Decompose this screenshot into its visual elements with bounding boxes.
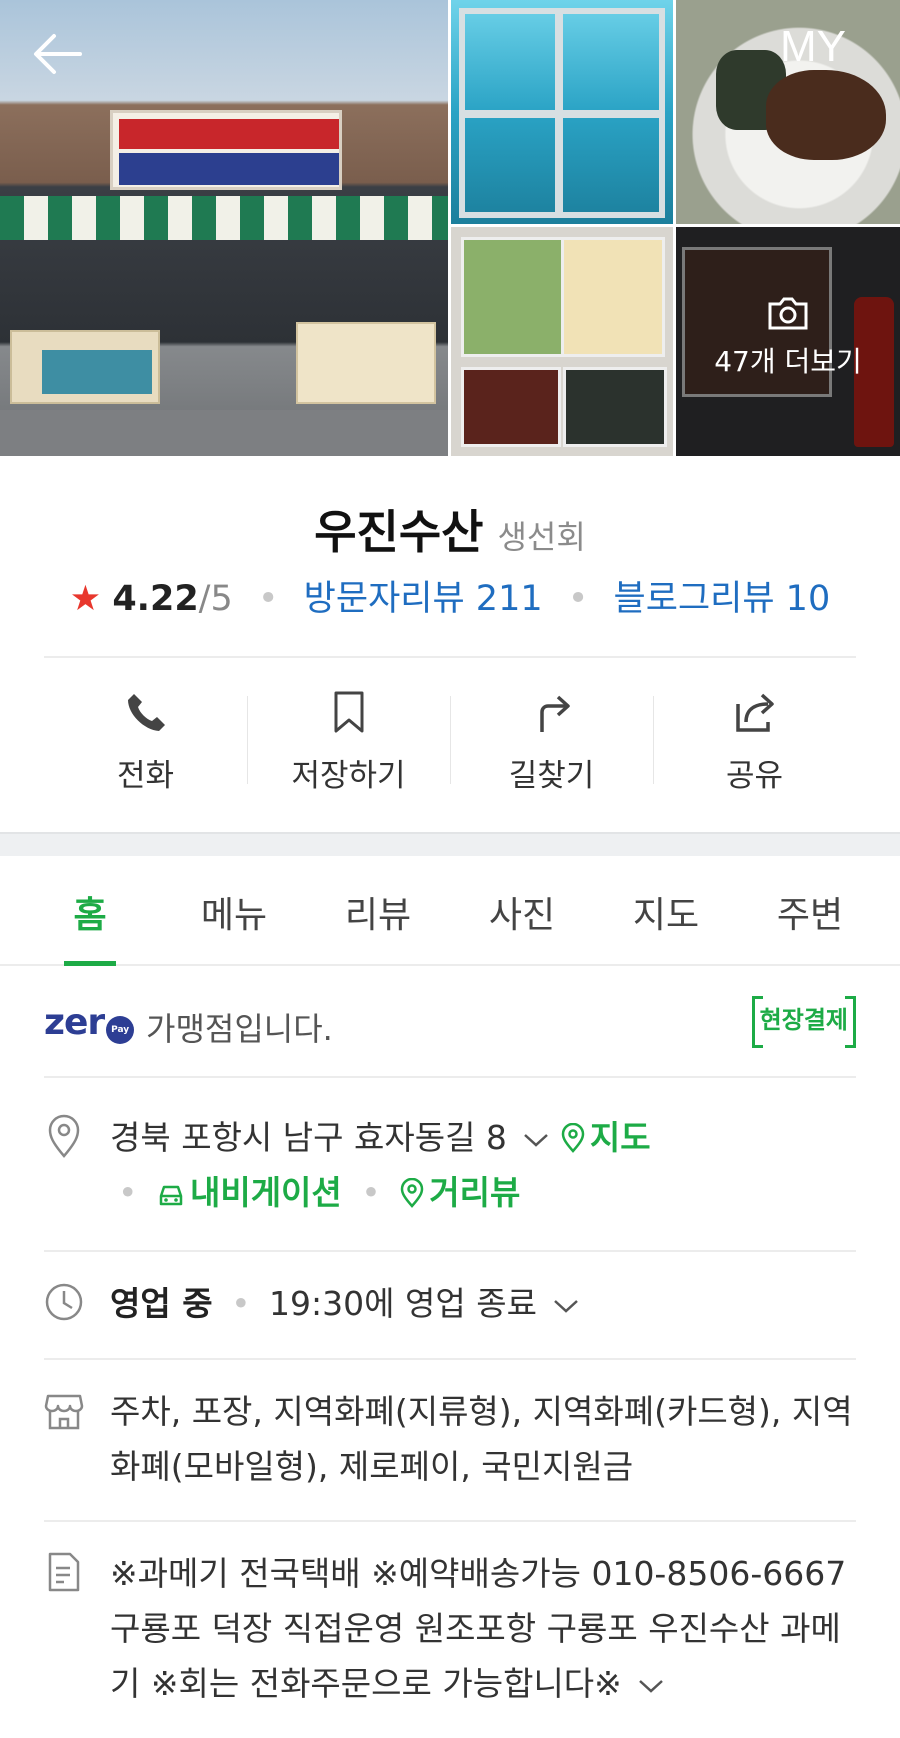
zeropay-text: 가맹점입니다.: [146, 1010, 333, 1048]
streetview-link[interactable]: 거리뷰: [399, 1173, 520, 1212]
hours-detail: 19:30에 영업 종료: [269, 1284, 537, 1323]
onsite-payment-badge: 현장결제: [751, 996, 857, 1048]
address-row: 경북 포항시 남구 효자동길 8 지도 • 내비게이션 • 거리뷰: [44, 1110, 856, 1220]
streetview-pin-icon: [400, 1178, 424, 1208]
navigation-link[interactable]: 내비게이션: [156, 1173, 353, 1212]
star-icon: ★: [69, 579, 102, 619]
share-icon: [735, 693, 774, 732]
place-title: 우진수산 생선회: [0, 496, 900, 562]
divider: [44, 1520, 856, 1522]
address-text: 경북 포항시 남구 효자동길 8: [110, 1118, 507, 1157]
map-link[interactable]: 지도: [560, 1118, 651, 1157]
directions-button[interactable]: 길찾기: [450, 690, 653, 800]
call-button[interactable]: 전화: [44, 690, 247, 800]
bookmark-icon: [334, 691, 363, 733]
description-text: ※과메기 전국택배 ※예약배송가능 010-8506-6667 구룡포 덕장 직…: [110, 1554, 847, 1703]
facilities-row: 주차, 포장, 지역화폐(지류형), 지역화폐(카드형), 지역화폐(모바일형)…: [44, 1384, 856, 1494]
side-dishes-photo[interactable]: [451, 227, 673, 456]
more-photos-label: 47개 더보기: [714, 345, 862, 378]
phone-icon: [127, 694, 165, 731]
store-icon: [44, 1394, 84, 1430]
location-pin-icon: [48, 1114, 80, 1158]
rating-row: ★ 4.22/5 • 방문자리뷰 211 • 블로그리뷰 10: [69, 579, 831, 619]
map-pin-icon: [561, 1123, 585, 1153]
more-photos-button[interactable]: 47개 더보기: [676, 296, 900, 380]
save-label: 저장하기: [291, 758, 406, 794]
tab-photos[interactable]: 사진: [450, 856, 594, 964]
tab-home[interactable]: 홈: [18, 856, 162, 966]
my-button[interactable]: MY: [780, 22, 846, 72]
chevron-down-icon[interactable]: [553, 1298, 579, 1314]
photo-gallery[interactable]: 47개 더보기 MY: [0, 0, 900, 456]
call-label: 전화: [116, 758, 175, 794]
tab-reviews[interactable]: 리뷰: [306, 856, 450, 964]
place-category: 생선회: [497, 518, 586, 556]
directions-icon: [539, 695, 570, 732]
share-label: 공유: [725, 758, 784, 794]
fish-tank-photo[interactable]: [451, 0, 673, 224]
car-icon: [159, 1185, 183, 1206]
document-icon: [48, 1552, 80, 1592]
save-button[interactable]: 저장하기: [247, 690, 450, 800]
zeropay-logo: zer Pay: [44, 1002, 135, 1044]
place-name: 우진수산: [314, 505, 484, 559]
visitor-reviews-link[interactable]: 방문자리뷰 211: [304, 579, 543, 619]
divider: [44, 656, 856, 658]
action-bar: 전화 저장하기 길찾기 공유: [44, 690, 856, 800]
back-arrow-icon[interactable]: [28, 24, 88, 84]
facilities-text: 주차, 포장, 지역화폐(지류형), 지역화폐(카드형), 지역화폐(모바일형)…: [110, 1392, 853, 1486]
tab-nearby[interactable]: 주변: [738, 856, 882, 964]
rating-max: /5: [198, 579, 233, 619]
zeropay-banner: zer Pay 가맹점입니다. 현장결제: [44, 994, 857, 1054]
divider: [44, 1250, 856, 1252]
blog-reviews-link[interactable]: 블로그리뷰 10: [614, 579, 831, 619]
chevron-down-icon[interactable]: [523, 1132, 549, 1148]
tab-map[interactable]: 지도: [594, 856, 738, 964]
directions-label: 길찾기: [508, 758, 595, 794]
clock-icon: [45, 1283, 83, 1321]
divider: [44, 1076, 856, 1078]
description-row[interactable]: ※과메기 전국택배 ※예약배송가능 010-8506-6667 구룡포 덕장 직…: [44, 1546, 856, 1711]
rating-score: 4.22: [112, 579, 199, 619]
chevron-down-icon[interactable]: [638, 1678, 664, 1694]
divider: [44, 1358, 856, 1360]
hours-status: 영업 중: [110, 1284, 213, 1323]
tab-menu[interactable]: 메뉴: [162, 856, 306, 964]
hours-row[interactable]: 영업 중 • 19:30에 영업 종료: [44, 1276, 856, 1331]
share-button[interactable]: 공유: [653, 690, 856, 800]
section-gap: [0, 832, 900, 856]
tab-bar: 홈 메뉴 리뷰 사진 지도 주변: [0, 856, 900, 966]
camera-icon: [768, 297, 808, 330]
